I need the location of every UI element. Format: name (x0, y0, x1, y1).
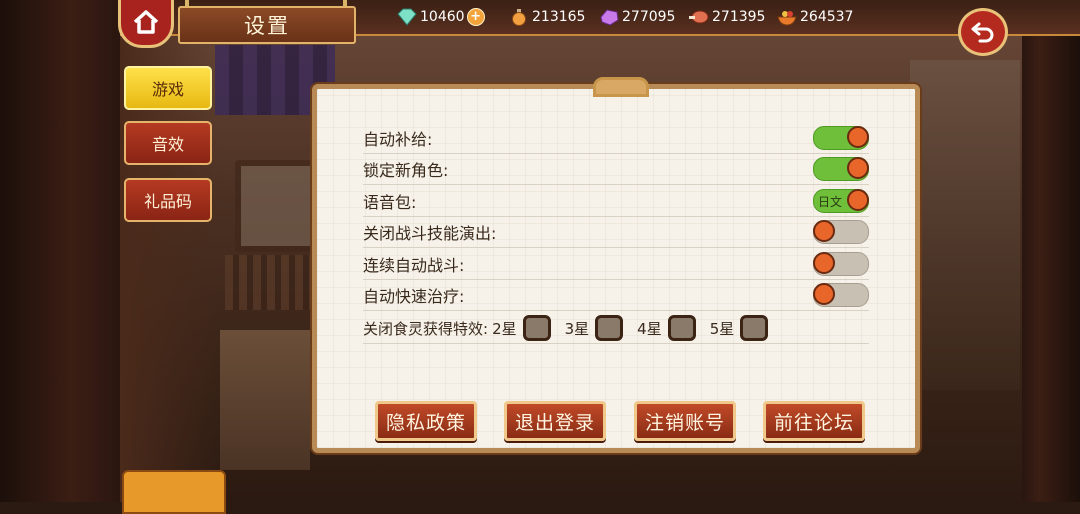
tab-game[interactable]: 游戏 (124, 66, 212, 110)
toggle-knob (813, 252, 835, 274)
star-option-label: 2星 (492, 319, 517, 338)
home-button[interactable] (118, 0, 174, 48)
diamond-icon (397, 8, 417, 26)
setting-row-auto-supply: 自动补给: (363, 123, 869, 154)
setting-label: 自动补给: (363, 130, 433, 149)
star-option-label: 4星 (637, 319, 662, 338)
setting-row-quick-heal: 自动快速治疗: (363, 280, 869, 311)
toggle-knob (847, 126, 869, 148)
setting-label: 关闭战斗技能演出: (363, 224, 497, 243)
settings-panel: 自动补给: 锁定新角色: 语音包: 日文 关闭战斗技能演出: 连续自动战斗: 自… (312, 77, 920, 453)
skill-animation-toggle[interactable] (813, 220, 869, 244)
crystal-icon (600, 9, 619, 26)
star-option-label: 5星 (709, 319, 735, 338)
shelf-decoration (225, 255, 315, 310)
fruit-bowl-icon (777, 11, 797, 26)
setting-row-lock-new: 锁定新角色: (363, 154, 869, 185)
back-arrow-icon (971, 22, 994, 43)
setting-label: 自动快速治疗: (363, 287, 465, 306)
star-3-checkbox[interactable] (595, 315, 624, 341)
lock-new-character-toggle[interactable] (813, 157, 869, 181)
setting-label: 连续自动战斗: (363, 256, 465, 275)
resource-value: 277095 (622, 9, 676, 25)
setting-label: 语音包: (363, 193, 417, 212)
resource-value: 10460 (420, 9, 465, 25)
acquire-effect-options: 关闭食灵获得特效: 2星 3星 4星 5星 (363, 315, 782, 341)
panel-ornament (593, 77, 649, 97)
page-title: 设置 (178, 6, 356, 44)
resource-diamond: 10460 + (396, 6, 485, 28)
resource-potion: 213165 (508, 6, 585, 28)
star-2-checkbox[interactable] (522, 315, 551, 341)
delete-account-button[interactable]: 注销账号 (634, 401, 736, 441)
voice-pack-toggle[interactable]: 日文 (813, 189, 869, 213)
setting-row-auto-battle: 连续自动战斗: (363, 249, 869, 280)
floor-decoration (220, 330, 310, 470)
bottom-corner-tab (122, 470, 226, 514)
star-option-label: 3星 (564, 319, 590, 338)
toggle-knob (847, 157, 869, 179)
resource-value: 213165 (532, 9, 586, 25)
setting-row-voice-pack: 语音包: 日文 (363, 186, 869, 217)
quick-heal-toggle[interactable] (813, 283, 869, 307)
logout-button[interactable]: 退出登录 (504, 401, 606, 441)
auto-supply-toggle[interactable] (813, 126, 869, 150)
setting-row-skill-animation: 关闭战斗技能演出: (363, 217, 869, 248)
toggle-knob (813, 283, 835, 305)
star-4-checkbox[interactable] (667, 315, 696, 341)
meat-icon (689, 10, 709, 24)
resource-value: 271395 (712, 9, 766, 25)
star-5-checkbox[interactable] (740, 315, 769, 341)
right-frame (1022, 0, 1080, 502)
resource-meat: 271395 (688, 6, 765, 28)
window-decoration (235, 160, 317, 252)
left-frame (0, 0, 120, 502)
resource-value: 264537 (800, 9, 854, 25)
forum-button[interactable]: 前往论坛 (763, 401, 865, 441)
tab-gift-code[interactable]: 礼品码 (124, 178, 212, 222)
toggle-knob (847, 189, 869, 211)
home-icon (133, 10, 159, 34)
setting-row-acquire-effect: 关闭食灵获得特效: 2星 3星 4星 5星 (363, 313, 869, 344)
setting-label: 锁定新角色: (363, 161, 449, 180)
auto-battle-toggle[interactable] (813, 252, 869, 276)
setting-label: 关闭食灵获得特效: (363, 319, 489, 338)
resource-fruit: 264537 (776, 6, 853, 28)
tab-sound[interactable]: 音效 (124, 121, 212, 165)
resource-crystal: 277095 (598, 6, 675, 28)
potion-icon (512, 9, 526, 26)
voice-pack-language: 日文 (818, 195, 843, 209)
add-diamond-button[interactable]: + (466, 8, 485, 26)
wall-decoration (910, 60, 1020, 390)
back-button[interactable] (958, 8, 1008, 56)
toggle-knob (813, 220, 835, 242)
privacy-policy-button[interactable]: 隐私政策 (375, 401, 477, 441)
